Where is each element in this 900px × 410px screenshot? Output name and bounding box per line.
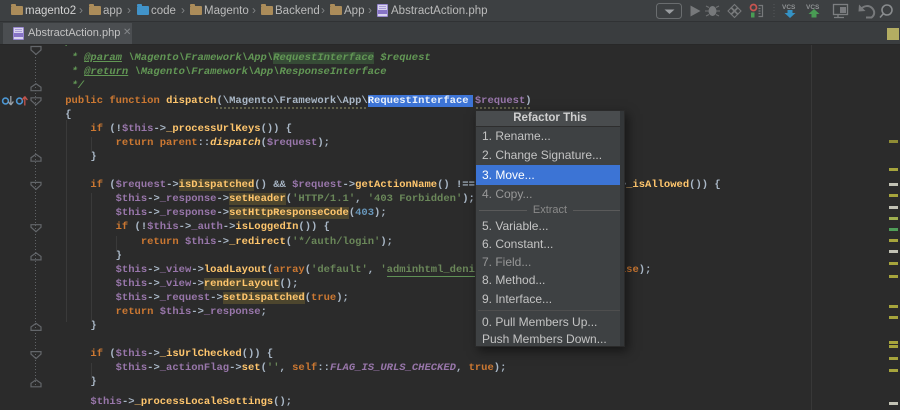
svg-text:VCS: VCS [782, 4, 796, 11]
